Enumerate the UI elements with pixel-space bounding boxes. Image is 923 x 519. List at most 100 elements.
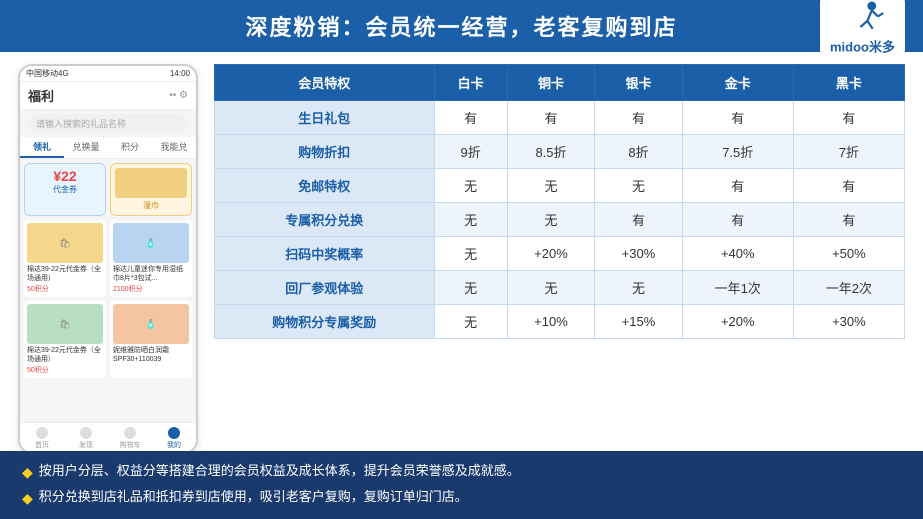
midoo-logo-icon xyxy=(841,0,885,35)
cell-value: 无 xyxy=(434,169,507,203)
coupon-card-2[interactable]: 湿巾 xyxy=(110,163,192,216)
cell-value: 无 xyxy=(595,271,682,305)
cell-value: 无 xyxy=(507,203,594,237)
table-row: 免邮特权无无无有有 xyxy=(215,169,905,203)
phone-tab-3[interactable]: 我能兑 xyxy=(152,137,196,158)
product-img-2: 🧴 xyxy=(113,223,189,263)
cell-value: 无 xyxy=(507,271,594,305)
phone-nav-cart[interactable]: 购物车 xyxy=(108,427,152,450)
col-header-yin: 银卡 xyxy=(595,65,682,101)
cell-value: 有 xyxy=(507,101,594,135)
phone-search-bar[interactable]: 请输入搜索的礼品名称 xyxy=(28,114,188,133)
phone-header: 福利 •• ⚙ xyxy=(20,82,196,110)
col-header-bai: 白卡 xyxy=(434,65,507,101)
product-card-3[interactable]: 🛍 棉达39-22元代金券（全场通用） 50积分 xyxy=(24,301,106,378)
phone-mockup: 中国移动4G 14:00 福利 •• ⚙ 请输入搜索的礼品名称 领礼 兑换量 积… xyxy=(18,64,198,454)
cell-feature: 购物积分专属奖励 xyxy=(215,305,435,339)
logo-area: midoo米多 xyxy=(820,0,905,58)
phone-tab-0[interactable]: 领礼 xyxy=(20,137,64,158)
cell-value: 无 xyxy=(595,169,682,203)
cell-value: 无 xyxy=(434,305,507,339)
cell-value: 有 xyxy=(434,101,507,135)
cell-feature: 生日礼包 xyxy=(215,101,435,135)
cell-value: 7折 xyxy=(793,135,904,169)
cell-value: 8.5折 xyxy=(507,135,594,169)
table-header-row: 会员特权 白卡 铜卡 银卡 金卡 黑卡 xyxy=(215,65,905,101)
product-card-4[interactable]: 🧴 妮维雅防晒白润霜 SPF30+110039 xyxy=(110,301,192,378)
product-points-2: 2100积分 xyxy=(113,284,189,294)
diamond-icon-1: ◆ xyxy=(22,460,33,485)
phone-header-icons: •• ⚙ xyxy=(169,90,188,101)
table-row: 回厂参观体验无无无一年1次一年2次 xyxy=(215,271,905,305)
product-desc-3: 棉达39-22元代金券（全场通用） xyxy=(27,346,103,364)
product-desc-2: 棉达儿童迷你专用湿纸巾8片*3包试... xyxy=(113,265,189,283)
coupon-card-1[interactable]: ¥22 代金券 xyxy=(24,163,106,216)
cell-value: 有 xyxy=(595,203,682,237)
phone-carrier: 中国移动4G xyxy=(26,68,69,79)
phone-nav-home[interactable]: 首页 xyxy=(20,427,64,450)
coupon-amount-1: ¥22 xyxy=(29,168,101,184)
phone-tabs: 领礼 兑换量 积分 我能兑 xyxy=(20,137,196,159)
phone-tab-2[interactable]: 积分 xyxy=(108,137,152,158)
cell-value: +20% xyxy=(682,305,793,339)
cell-value: +10% xyxy=(507,305,594,339)
cell-value: 无 xyxy=(434,271,507,305)
cell-value: 无 xyxy=(434,203,507,237)
logo-text: midoo米多 xyxy=(830,37,895,56)
cell-value: 一年2次 xyxy=(793,271,904,305)
phone-nav-profile[interactable]: 我的 xyxy=(152,427,196,450)
phone-header-title: 福利 xyxy=(28,86,54,105)
footer-line-2: ◆ 积分兑换到店礼品和抵扣券到店使用，吸引老客户复购，复购订单归门店。 xyxy=(22,485,901,511)
cell-value: +50% xyxy=(793,237,904,271)
cell-value: 有 xyxy=(793,169,904,203)
home-icon xyxy=(36,427,48,439)
col-header-tong: 铜卡 xyxy=(507,65,594,101)
cell-feature: 回厂参观体验 xyxy=(215,271,435,305)
cell-value: 7.5折 xyxy=(682,135,793,169)
cell-value: +30% xyxy=(595,237,682,271)
col-header-feature: 会员特权 xyxy=(215,65,435,101)
product-img-3: 🛍 xyxy=(27,304,103,344)
cell-feature: 购物折扣 xyxy=(215,135,435,169)
coupon-img-2 xyxy=(115,168,187,198)
phone-tab-1[interactable]: 兑换量 xyxy=(64,137,108,158)
cell-value: 8折 xyxy=(595,135,682,169)
footer-line-1: ◆ 按用户分层、权益分等搭建合理的会员权益及成长体系，提升会员荣誉感及成就感。 xyxy=(22,459,901,485)
cell-feature: 免邮特权 xyxy=(215,169,435,203)
product-img-1: 🛍 xyxy=(27,223,103,263)
cell-value: +20% xyxy=(507,237,594,271)
profile-icon xyxy=(168,427,180,439)
discover-icon xyxy=(80,427,92,439)
header: 深度粉销：会员统一经营，老客复购到店 midoo米多 xyxy=(0,0,923,52)
cell-feature: 扫码中奖概率 xyxy=(215,237,435,271)
product-card-1[interactable]: 🛍 棉达39-22元代金券（全场通用） 50积分 xyxy=(24,220,106,297)
cell-value: 有 xyxy=(793,101,904,135)
cart-icon xyxy=(124,427,136,439)
product-desc-1: 棉达39-22元代金券（全场通用） xyxy=(27,265,103,283)
table-row: 专属积分兑换无无有有有 xyxy=(215,203,905,237)
diamond-icon-2: ◆ xyxy=(22,486,33,511)
cell-value: 有 xyxy=(682,101,793,135)
coupon-desc-2: 湿巾 xyxy=(115,200,187,211)
page-title: 深度粉销：会员统一经营，老客复购到店 xyxy=(245,15,677,40)
coupon-desc-1: 代金券 xyxy=(29,184,101,195)
phone-search-placeholder: 请输入搜索的礼品名称 xyxy=(36,119,126,129)
col-header-jin: 金卡 xyxy=(682,65,793,101)
coupon-row: ¥22 代金券 湿巾 xyxy=(24,163,192,216)
phone-status-bar: 中国移动4G 14:00 xyxy=(20,66,196,82)
cell-value: 无 xyxy=(434,237,507,271)
table-row: 购物折扣9折8.5折8折7.5折7折 xyxy=(215,135,905,169)
phone-nav-discover[interactable]: 发现 xyxy=(64,427,108,450)
cell-value: 无 xyxy=(507,169,594,203)
main-content: 中国移动4G 14:00 福利 •• ⚙ 请输入搜索的礼品名称 领礼 兑换量 积… xyxy=(0,52,923,462)
phone-body: ¥22 代金券 湿巾 🛍 棉达39-22元代金券（全场通用） 50积分 xyxy=(20,159,196,422)
member-table: 会员特权 白卡 铜卡 银卡 金卡 黑卡 生日礼包有有有有有购物折扣9折8.5折8… xyxy=(214,64,905,339)
col-header-hei: 黑卡 xyxy=(793,65,904,101)
product-points-1: 50积分 xyxy=(27,284,103,294)
phone-time: 14:00 xyxy=(170,69,190,78)
product-points-3: 50积分 xyxy=(27,365,103,375)
cell-value: 9折 xyxy=(434,135,507,169)
product-card-2[interactable]: 🧴 棉达儿童迷你专用湿纸巾8片*3包试... 2100积分 xyxy=(110,220,192,297)
product-grid: 🛍 棉达39-22元代金券（全场通用） 50积分 🧴 棉达儿童迷你专用湿纸巾8片… xyxy=(24,220,192,378)
cell-value: 有 xyxy=(682,169,793,203)
